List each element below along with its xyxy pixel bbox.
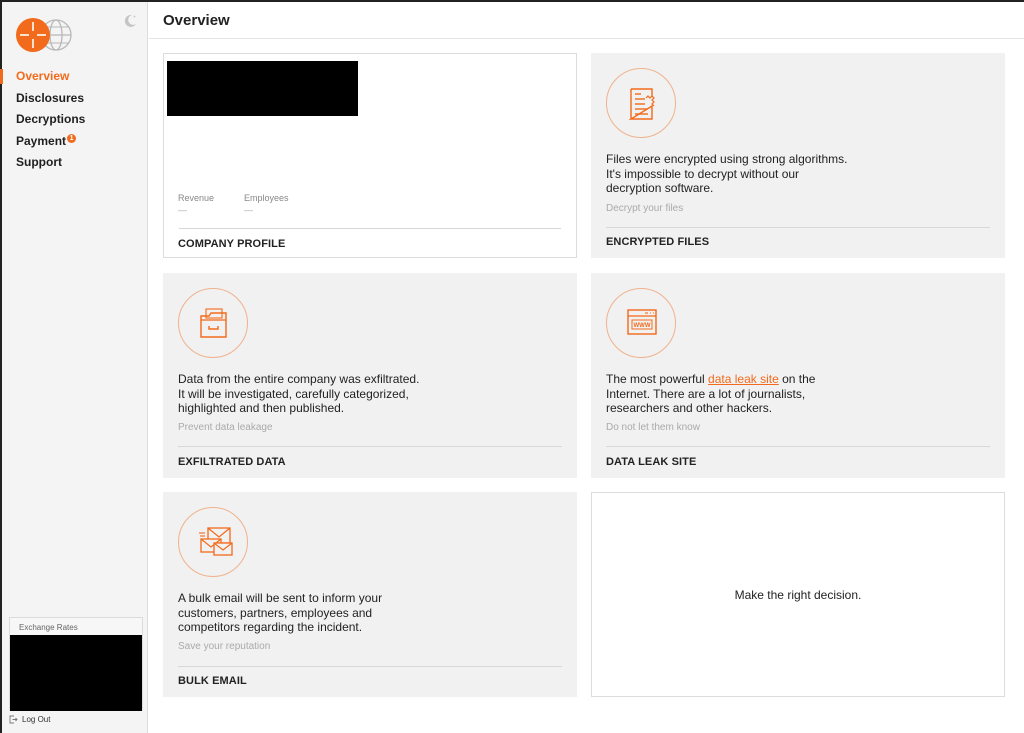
browser-www-icon: WWW [627,309,657,335]
data-leak-site-link[interactable]: data leak site [708,372,779,386]
desc-line: decryption software. [606,181,714,196]
page-title: Overview [163,12,230,29]
desc-line: Internet. There are a lot of journalists… [606,386,806,401]
document-icon-circle [606,68,676,138]
desc-line: highlighted and then published. [178,401,345,416]
moon-icon[interactable] [122,13,138,29]
company-name-redacted [167,61,358,116]
mail-icon [199,527,233,556]
employees-label: Employees [244,193,289,203]
document-icon [628,88,655,120]
data-leak-site-card[interactable]: WWW The most powerful data leak site on … [591,273,1005,478]
desc-line: researchers and other hackers. [606,401,773,416]
desc-line: A bulk email will be sent to inform your [178,591,383,605]
mail-icon-circle [178,507,248,577]
do-not-let-them-know-link[interactable]: Do not let them know [606,422,700,433]
data-leak-site-title: DATA LEAK SITE [606,456,697,468]
prevent-data-leakage-link[interactable]: Prevent data leakage [178,422,273,433]
encrypted-files-title: ENCRYPTED FILES [606,236,710,248]
bulk-email-title: BULK EMAIL [178,675,247,687]
exfiltrated-data-description: Data from the entire company was exfiltr… [178,372,478,416]
exfiltrated-data-card[interactable]: Data from the entire company was exfiltr… [163,273,577,478]
decrypt-your-files-link[interactable]: Decrypt your files [606,203,683,214]
page-header: Overview [149,2,1024,39]
sidebar-item-label: Overview [16,69,70,83]
logo-icon[interactable] [16,16,74,54]
bulk-email-description: A bulk email will be sent to inform your… [178,591,478,635]
card-divider [178,666,562,667]
company-profile-title: COMPANY PROFILE [178,238,286,250]
sidebar-item-label: Disclosures [16,90,85,105]
browser-icon-circle: WWW [606,288,676,358]
sidebar-item-label: Payment [16,133,67,148]
save-your-reputation-link[interactable]: Save your reputation [178,641,270,652]
exchange-rates-title: Exchange Rates [19,623,78,632]
card-divider [179,228,561,229]
logout-icon [9,715,18,724]
sidebar-item-overview[interactable]: Overview [0,66,148,88]
desc-line: The most powerful data leak site on the [606,372,906,387]
desc-line: Files were encrypted using strong algori… [606,152,848,166]
card-divider [606,227,990,228]
folder-icon [200,308,227,338]
payment-badge: 1 [67,133,77,143]
encrypted-files-description: Files were encrypted using strong algori… [606,152,906,196]
sidebar: Overview Disclosures Decryptions Payment… [0,2,148,733]
desc-line: customers, partners, employees and [178,605,373,620]
revenue-value: — [178,205,187,215]
exchange-rates-redacted [10,635,142,711]
desc-line: It will be investigated, carefully categ… [178,386,409,401]
card-divider [178,446,562,447]
data-leak-site-description: The most powerful data leak site on the … [606,372,906,416]
sidebar-item-label: Decryptions [16,112,86,126]
sidebar-item-disclosures[interactable]: Disclosures [2,88,148,110]
sidebar-item-support[interactable]: Support [2,152,148,174]
folder-icon-circle [178,288,248,358]
desc-line: competitors regarding the incident. [178,620,363,635]
company-profile-card: Revenue — Employees — COMPANY PROFILE [163,53,577,258]
exchange-rates-panel: Exchange Rates [9,617,143,711]
card-divider [606,446,990,447]
svg-text:WWW: WWW [634,323,651,329]
logout-label: Log Out [22,715,51,724]
employees-value: — [244,205,253,215]
desc-line: Data from the entire company was exfiltr… [178,372,420,386]
sidebar-nav: Overview Disclosures Decryptions Payment… [0,66,148,174]
exfiltrated-data-title: EXFILTRATED DATA [178,456,286,468]
decision-card: Make the right decision. [591,492,1005,697]
bulk-email-card[interactable]: A bulk email will be sent to inform your… [163,492,577,697]
encrypted-files-card[interactable]: Files were encrypted using strong algori… [591,53,1005,258]
desc-line: It's impossible to decrypt without our [606,166,800,181]
desc-text: on the [778,372,816,386]
desc-text: The most powerful [606,372,709,386]
logout-link[interactable]: Log Out [9,715,50,724]
sidebar-item-decryptions[interactable]: Decryptions [2,109,148,131]
revenue-label: Revenue [178,193,215,203]
sidebar-item-payment[interactable]: Payment 1 [2,131,148,153]
decision-text: Make the right decision. [734,588,862,602]
sidebar-item-label: Support [16,155,62,169]
